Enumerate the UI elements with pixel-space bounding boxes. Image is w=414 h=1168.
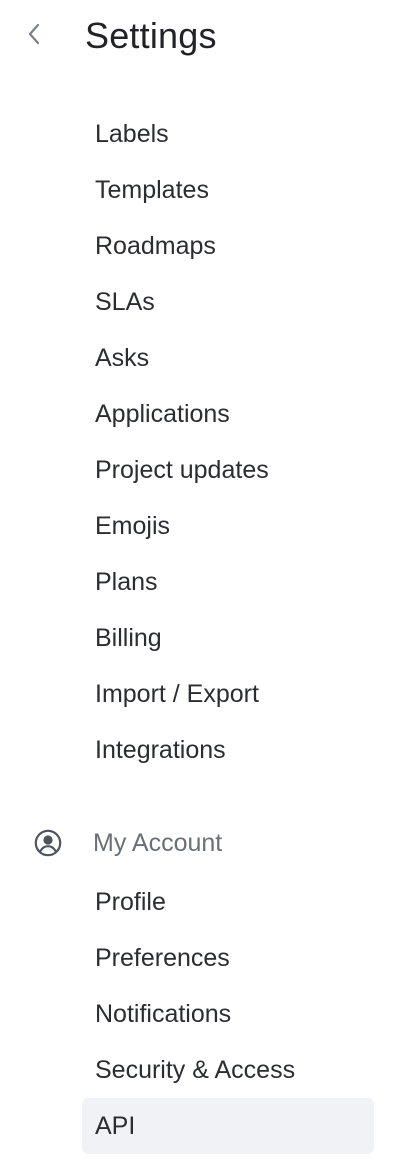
- my-account-section-header: My Account: [0, 818, 414, 868]
- menu-item-label: Integrations: [95, 736, 226, 764]
- menu-item-notifications[interactable]: Notifications: [82, 986, 374, 1042]
- menu-item-label: Project updates: [95, 456, 269, 484]
- settings-header: Settings: [0, 0, 414, 76]
- back-button[interactable]: [18, 18, 50, 54]
- menu-item-security-access[interactable]: Security & Access: [82, 1042, 374, 1098]
- menu-item-preferences[interactable]: Preferences: [82, 930, 374, 986]
- menu-item-roadmaps[interactable]: Roadmaps: [82, 218, 374, 274]
- menu-item-integrations[interactable]: Integrations: [82, 722, 374, 778]
- menu-item-label: Plans: [95, 568, 158, 596]
- menu-item-label: Import / Export: [95, 680, 259, 708]
- chevron-left-icon: [27, 22, 41, 51]
- menu-item-project-updates[interactable]: Project updates: [82, 442, 374, 498]
- menu-item-label: Profile: [95, 888, 166, 916]
- menu-item-label: API: [95, 1112, 136, 1140]
- user-circle-icon: [33, 828, 63, 858]
- menu-item-billing[interactable]: Billing: [82, 610, 374, 666]
- menu-item-import-export[interactable]: Import / Export: [82, 666, 374, 722]
- menu-item-label: Emojis: [95, 512, 171, 540]
- menu-item-label: Asks: [95, 344, 150, 372]
- menu-item-emojis[interactable]: Emojis: [82, 498, 374, 554]
- workspace-settings-menu: Labels Templates Roadmaps SLAs Asks Appl…: [0, 106, 414, 778]
- menu-item-label: Notifications: [95, 1000, 232, 1028]
- menu-item-profile[interactable]: Profile: [82, 874, 374, 930]
- menu-item-label: Labels: [95, 120, 169, 148]
- menu-item-label: Preferences: [95, 944, 230, 972]
- menu-item-label: Billing: [95, 624, 162, 652]
- menu-item-applications[interactable]: Applications: [82, 386, 374, 442]
- menu-item-label: Templates: [95, 176, 209, 204]
- menu-item-plans[interactable]: Plans: [82, 554, 374, 610]
- my-account-section-title: My Account: [93, 829, 223, 857]
- account-settings-menu: Profile Preferences Notifications Securi…: [0, 874, 414, 1154]
- menu-item-label: Applications: [95, 400, 230, 428]
- menu-item-asks[interactable]: Asks: [82, 330, 374, 386]
- menu-item-api[interactable]: API: [82, 1098, 374, 1154]
- menu-item-slas[interactable]: SLAs: [82, 274, 374, 330]
- menu-item-label: SLAs: [95, 288, 155, 316]
- page-title: Settings: [85, 15, 217, 56]
- menu-item-templates[interactable]: Templates: [82, 162, 374, 218]
- menu-item-labels[interactable]: Labels: [82, 106, 374, 162]
- menu-item-label: Security & Access: [95, 1056, 296, 1084]
- menu-item-label: Roadmaps: [95, 232, 216, 260]
